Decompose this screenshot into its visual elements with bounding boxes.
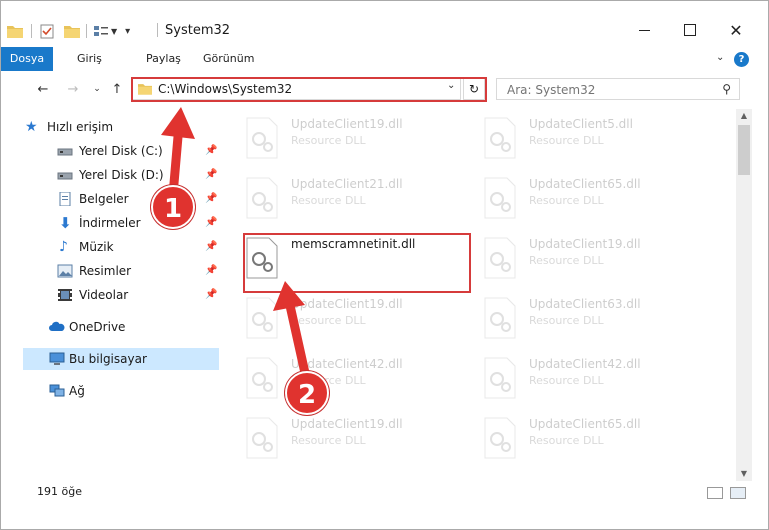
step-2-badge: 2 — [285, 371, 329, 415]
arrow-1 — [161, 107, 195, 200]
step-1-badge: 1 — [151, 185, 195, 229]
file-explorer-window: ▼ ▾ System32 ✕ Dosya Giriş Paylaş Görünü… — [0, 0, 769, 530]
arrow-2 — [273, 281, 310, 378]
annotation-arrows — [161, 107, 310, 378]
